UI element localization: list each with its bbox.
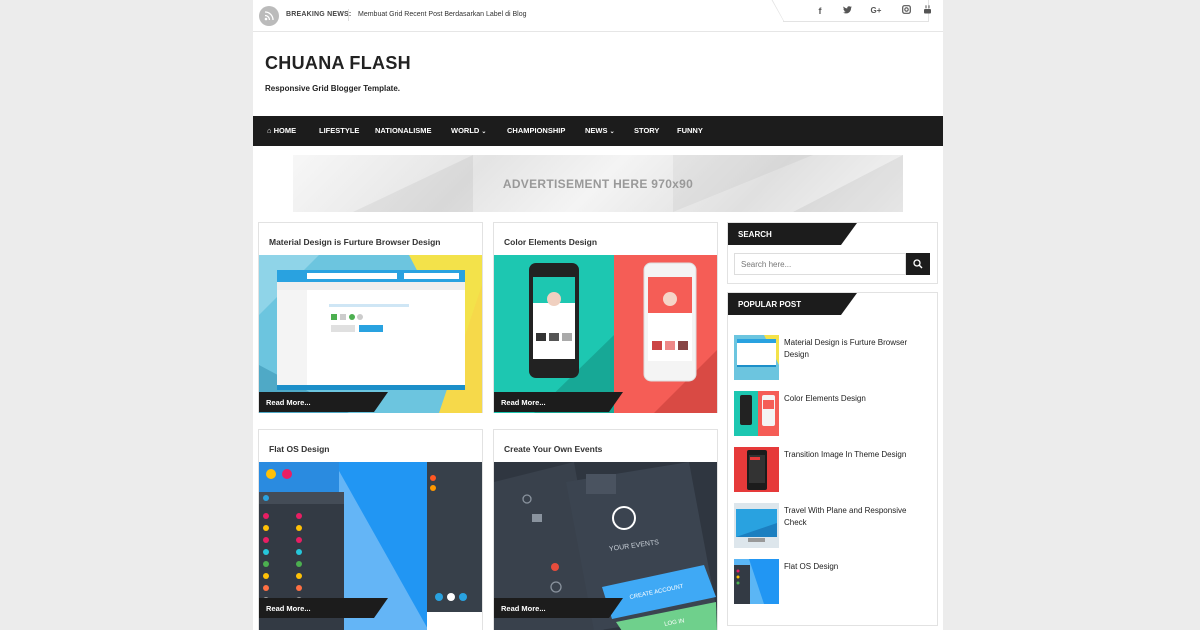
search-input[interactable]: [734, 253, 906, 275]
chevron-down-icon: ⌄: [609, 129, 615, 135]
top-bar: BREAKING NEWS: Membuat Grid Recent Post …: [253, 0, 943, 32]
page: BREAKING NEWS: Membuat Grid Recent Post …: [253, 0, 943, 630]
google-plus-icon[interactable]: G+: [869, 4, 883, 18]
post-title[interactable]: Create Your Own Events: [504, 444, 602, 454]
site-title[interactable]: CHUANA FLASH: [265, 53, 411, 74]
youtube-icon[interactable]: [920, 4, 934, 18]
breaking-news-divider: [348, 9, 349, 21]
post-thumbnail[interactable]: [494, 255, 717, 413]
post-card[interactable]: Create Your Own Events YOUR EVENTS CREAT…: [493, 429, 718, 630]
breaking-news-link[interactable]: Membuat Grid Recent Post Berdasarkan Lab…: [358, 11, 526, 18]
instagram-icon[interactable]: [899, 4, 913, 18]
breaking-news-label: BREAKING NEWS:: [286, 11, 352, 18]
advertisement-text: ADVERTISEMENT HERE 970x90: [502, 177, 694, 191]
popular-post-item[interactable]: Flat OS Design: [734, 559, 934, 604]
popular-post-item[interactable]: Material Design is Furture Browser Desig…: [734, 335, 934, 380]
popular-post-item[interactable]: Color Elements Design: [734, 391, 934, 436]
popular-post-title[interactable]: Color Elements Design: [784, 393, 929, 405]
popular-post-title[interactable]: Material Design is Furture Browser Desig…: [784, 337, 929, 361]
popular-post-title[interactable]: Transition Image In Theme Design: [784, 449, 929, 461]
popular-post-thumbnail[interactable]: [734, 335, 779, 380]
post-thumbnail[interactable]: [259, 255, 482, 413]
popular-post-thumbnail[interactable]: [734, 559, 779, 604]
search-widget: SEARCH: [727, 222, 938, 284]
popular-post-thumbnail[interactable]: [734, 391, 779, 436]
popular-post-title[interactable]: Flat OS Design: [784, 561, 929, 573]
popular-post-title[interactable]: Travel With Plane and Responsive Check: [784, 505, 929, 529]
popular-post-thumbnail[interactable]: [734, 447, 779, 492]
popular-post-item[interactable]: Travel With Plane and Responsive Check: [734, 503, 934, 548]
rss-icon[interactable]: [259, 6, 279, 26]
popular-post-thumbnail[interactable]: [734, 503, 779, 548]
search-button[interactable]: [906, 253, 930, 275]
post-card[interactable]: Flat OS Design Read More...: [258, 429, 483, 630]
post-title[interactable]: Material Design is Furture Browser Desig…: [269, 237, 440, 247]
popular-post-widget: POPULAR POST Material Design is Furture …: [727, 292, 938, 626]
nav-item-home[interactable]: ⌂ HOME: [267, 126, 296, 135]
post-title[interactable]: Color Elements Design: [504, 237, 597, 247]
post-card[interactable]: Material Design is Furture Browser Desig…: [258, 222, 483, 413]
site-tagline: Responsive Grid Blogger Template.: [265, 84, 400, 93]
search-icon: [913, 258, 923, 268]
nav-item-championship[interactable]: CHAMPIONSHIP: [507, 126, 565, 135]
main-nav: ⌂ HOME LIFESTYLE NATIONALISME WORLD ⌄ CH…: [253, 116, 943, 146]
post-title[interactable]: Flat OS Design: [269, 444, 329, 454]
read-more-link[interactable]: Read More...: [259, 392, 388, 412]
read-more-link[interactable]: Read More...: [494, 392, 623, 412]
nav-item-funny[interactable]: FUNNY: [677, 126, 703, 135]
nav-item-nationalisme[interactable]: NATIONALISME: [375, 126, 432, 135]
nav-item-lifestyle[interactable]: LIFESTYLE: [319, 126, 359, 135]
social-links: f G+: [771, 0, 931, 22]
nav-item-world[interactable]: WORLD ⌄: [451, 126, 486, 135]
home-icon: ⌂: [267, 126, 272, 135]
twitter-icon[interactable]: [840, 4, 854, 18]
read-more-link[interactable]: Read More...: [494, 598, 623, 618]
post-card[interactable]: Color Elements Design Read More...: [493, 222, 718, 413]
advertisement-banner[interactable]: ADVERTISEMENT HERE 970x90: [293, 155, 903, 212]
chevron-down-icon: ⌄: [481, 129, 487, 135]
popular-post-item[interactable]: Transition Image In Theme Design: [734, 447, 934, 492]
read-more-link[interactable]: Read More...: [259, 598, 388, 618]
facebook-icon[interactable]: f: [813, 4, 827, 18]
nav-item-story[interactable]: STORY: [634, 126, 659, 135]
popular-post-heading: POPULAR POST: [728, 293, 857, 315]
search-heading: SEARCH: [728, 223, 857, 245]
nav-item-news[interactable]: NEWS ⌄: [585, 126, 615, 135]
